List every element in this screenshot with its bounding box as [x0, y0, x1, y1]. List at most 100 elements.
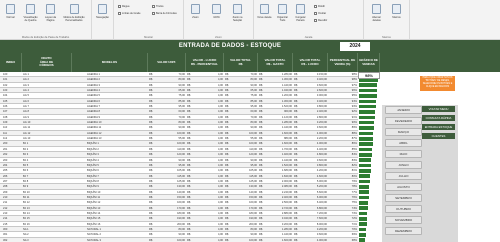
- cell-sale[interactable]: 79%: [329, 179, 357, 184]
- cell-index[interactable]: 301: [1, 232, 21, 237]
- page-layout-button[interactable]: Layout da Página: [44, 3, 57, 28]
- cell-sale[interactable]: 84%: [329, 152, 357, 157]
- cell-model[interactable]: BIQUÍNI 10: [73, 190, 147, 195]
- cell-code[interactable]: BJ 13: [23, 206, 71, 211]
- cell-sale[interactable]: 74%: [329, 206, 357, 211]
- unhide-checkbox[interactable]: Reexibir: [314, 18, 327, 23]
- cell-code[interactable]: BJ 9: [23, 184, 71, 189]
- cell-sale[interactable]: 72%: [329, 216, 357, 221]
- cell-code[interactable]: AG 12: [23, 131, 71, 136]
- cell-model[interactable]: BIQUÍNI 3: [73, 152, 147, 157]
- cell-code[interactable]: BJ 4: [23, 158, 71, 163]
- cell-sale[interactable]: 76%: [329, 195, 357, 200]
- month-button-12[interactable]: DEZEMBRO: [385, 227, 422, 235]
- cell-code[interactable]: BJ 2: [23, 147, 71, 152]
- month-button-4[interactable]: ABRIL: [385, 139, 422, 147]
- cell-code[interactable]: BJ 7: [23, 174, 71, 179]
- cell-code[interactable]: BJ 3: [23, 152, 71, 157]
- cell-model[interactable]: AGENDA 12: [73, 131, 147, 136]
- column-header-model[interactable]: MODELOS: [72, 53, 148, 72]
- cell-model[interactable]: AGENDA 9: [73, 115, 147, 120]
- cell-code[interactable]: AG 2: [23, 77, 71, 82]
- cell-index[interactable]: 211: [1, 200, 21, 205]
- cell-index[interactable]: 214: [1, 216, 21, 221]
- cell-sale[interactable]: 69%: [329, 232, 357, 237]
- new-window-button[interactable]: Nova Janela: [258, 3, 271, 28]
- nav-button-4[interactable]: CLIENTES: [422, 133, 455, 139]
- cell-code[interactable]: AG 7: [23, 104, 71, 109]
- cell-model[interactable]: BIQUÍNI 7: [73, 174, 147, 179]
- zoom-selection-button[interactable]: Zoom na Seleção: [231, 3, 244, 28]
- cell-code[interactable]: NA 3: [23, 238, 71, 242]
- cell-code[interactable]: BJ 14: [23, 211, 71, 216]
- page-break-view-button[interactable]: Visualização de Quebra: [24, 3, 38, 28]
- macros-button[interactable]: Macros: [390, 3, 403, 28]
- cell-index[interactable]: 108: [1, 115, 21, 120]
- zoom-100-button[interactable]: 100%: [210, 3, 223, 28]
- cell-sale[interactable]: 88%: [329, 131, 357, 136]
- table-row[interactable]: 302 NA 3 NATURAL 3 100,00 R$ 4,00 R$ 100,00 R$ 1.…: [0, 237, 366, 242]
- column-header-profit[interactable]: VALOR TOTAL R$ - LUCRO: [293, 53, 328, 72]
- cell-sale[interactable]: 94%: [329, 99, 357, 104]
- cell-sale[interactable]: 96%: [329, 88, 357, 93]
- column-header-code[interactable]: DIGITO ÁREA DE CÓDIGOS: [22, 53, 72, 72]
- cell-index[interactable]: 106: [1, 104, 21, 109]
- column-header-total[interactable]: VALOR TOTAL R$: [224, 53, 258, 72]
- year-cell[interactable]: 2024: [340, 42, 370, 51]
- month-button-8[interactable]: AGOSTO: [385, 183, 422, 191]
- cell-sale[interactable]: 87%: [329, 136, 357, 141]
- cell-index[interactable]: 101: [1, 77, 21, 82]
- cell-index[interactable]: 200: [1, 141, 21, 146]
- ruler-checkbox[interactable]: Régua: [118, 4, 129, 9]
- cell-sale[interactable]: 98%: [329, 72, 357, 77]
- cell-code[interactable]: BJ 5: [23, 163, 71, 168]
- month-button-1[interactable]: JANEIRO: [385, 106, 422, 114]
- cell-model[interactable]: BIQUÍNI 6: [73, 168, 147, 173]
- month-button-11[interactable]: NOVEMBRO: [385, 216, 422, 224]
- cell-model[interactable]: BIQUÍNI 1: [73, 141, 147, 146]
- column-header-unit[interactable]: VALOR UNIT.: [148, 53, 186, 72]
- cell-model[interactable]: AGENDA 10: [73, 120, 147, 125]
- cell-index[interactable]: 206: [1, 174, 21, 179]
- cell-model[interactable]: NATURAL 3: [73, 238, 147, 242]
- cell-model[interactable]: BIQUÍNI 11: [73, 195, 147, 200]
- cell-sale[interactable]: 95%: [329, 93, 357, 98]
- cell-model[interactable]: AGENDA 4: [73, 88, 147, 93]
- cell-code[interactable]: AG 9: [23, 115, 71, 120]
- cell-code[interactable]: AG 10: [23, 120, 71, 125]
- cell-index[interactable]: 209: [1, 190, 21, 195]
- cell-index[interactable]: 300: [1, 227, 21, 232]
- cell-model[interactable]: BIQUÍNI 8: [73, 179, 147, 184]
- column-header-sale[interactable]: PERCENTUAL DE VENDA (%): [328, 53, 358, 72]
- cell-sale[interactable]: 97%: [329, 83, 357, 88]
- cell-index[interactable]: 112: [1, 136, 21, 141]
- cell-model[interactable]: BIQUÍNI 16: [73, 222, 147, 227]
- cell-index[interactable]: 111: [1, 131, 21, 136]
- cell-code[interactable]: AG 3: [23, 83, 71, 88]
- cell-sale[interactable]: 92%: [329, 109, 357, 114]
- cell-code[interactable]: BJ 15: [23, 216, 71, 221]
- cell-code[interactable]: BJ 16: [23, 222, 71, 227]
- cell-sale[interactable]: 89%: [329, 125, 357, 130]
- cell-code[interactable]: AG 13: [23, 136, 71, 141]
- cell-sale[interactable]: 80%: [329, 174, 357, 179]
- cell-index[interactable]: 202: [1, 152, 21, 157]
- cell-index[interactable]: 102: [1, 83, 21, 88]
- cell-index[interactable]: 105: [1, 99, 21, 104]
- cell-index[interactable]: 100: [1, 72, 21, 77]
- cell-code[interactable]: AG 1: [23, 72, 71, 77]
- cell-sale[interactable]: 85%: [329, 147, 357, 152]
- cell-sale[interactable]: 68%: [329, 238, 357, 242]
- gridlines-checkbox[interactable]: Linhas de Grade: [118, 11, 141, 16]
- cell-index[interactable]: 207: [1, 179, 21, 184]
- cell-model[interactable]: BIQUÍNI 9: [73, 184, 147, 189]
- cell-code[interactable]: AG 6: [23, 99, 71, 104]
- cell-code[interactable]: BJ 10: [23, 190, 71, 195]
- cell-code[interactable]: AG 5: [23, 93, 71, 98]
- cell-sale[interactable]: 86%: [329, 141, 357, 146]
- cell-sale[interactable]: 78%: [329, 184, 357, 189]
- month-button-10[interactable]: OUTUBRO: [385, 205, 422, 213]
- cell-model[interactable]: AGENDA 11: [73, 125, 147, 130]
- cell-index[interactable]: 107: [1, 109, 21, 114]
- cell-model[interactable]: BIQUÍNI 12: [73, 200, 147, 205]
